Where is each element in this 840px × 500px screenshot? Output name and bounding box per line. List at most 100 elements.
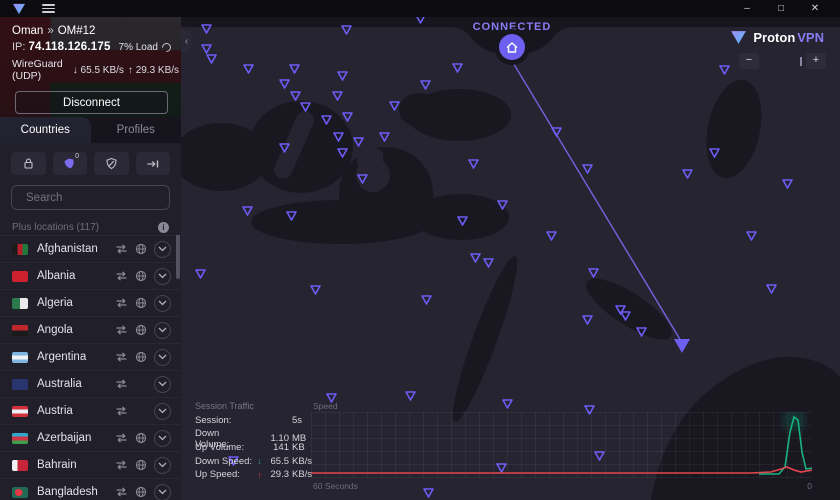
server-marker[interactable] bbox=[352, 135, 365, 147]
kill-switch-button[interactable] bbox=[94, 152, 129, 175]
server-marker[interactable] bbox=[765, 282, 778, 294]
expand-country-button[interactable] bbox=[154, 241, 171, 258]
globe-icon bbox=[135, 432, 147, 444]
expand-country-button[interactable] bbox=[154, 349, 171, 366]
server-marker[interactable] bbox=[388, 99, 401, 111]
server-marker[interactable] bbox=[336, 69, 349, 81]
server-marker[interactable] bbox=[456, 214, 469, 226]
server-marker[interactable] bbox=[288, 62, 301, 74]
session-traffic-panel: Session Traffic Session: 5s Down Volume:… bbox=[195, 401, 320, 482]
server-marker[interactable] bbox=[200, 22, 213, 34]
server-marker[interactable] bbox=[467, 157, 480, 169]
expand-country-button[interactable] bbox=[154, 268, 171, 285]
server-marker[interactable] bbox=[587, 266, 600, 278]
expand-country-button[interactable] bbox=[154, 295, 171, 312]
server-marker[interactable] bbox=[336, 146, 349, 158]
country-row[interactable]: Angola bbox=[0, 316, 181, 343]
connected-server-marker[interactable] bbox=[674, 339, 690, 353]
search-input[interactable] bbox=[26, 192, 180, 204]
server-marker[interactable] bbox=[299, 100, 312, 112]
server-marker[interactable] bbox=[309, 283, 322, 295]
server-marker[interactable] bbox=[781, 177, 794, 189]
server-marker[interactable] bbox=[278, 77, 291, 89]
zoom-out-button[interactable]: − bbox=[739, 53, 759, 69]
server-marker[interactable] bbox=[332, 130, 345, 142]
session-stat-row: Up Volume: 141 KB bbox=[195, 441, 320, 455]
port-forwarding-button[interactable] bbox=[136, 152, 171, 175]
close-button[interactable]: ✕ bbox=[798, 0, 832, 17]
server-marker[interactable] bbox=[482, 256, 495, 268]
server-marker[interactable] bbox=[420, 293, 433, 305]
hamburger-menu-button[interactable] bbox=[42, 4, 55, 13]
info-icon[interactable]: i bbox=[158, 222, 169, 233]
sidebar-tabs: Countries Profiles bbox=[0, 117, 181, 143]
sidebar-collapse-button[interactable]: ‹ bbox=[181, 30, 192, 52]
server-marker[interactable] bbox=[681, 167, 694, 179]
chevron-down-icon bbox=[158, 246, 167, 252]
country-row[interactable]: Austria bbox=[0, 397, 181, 424]
server-marker[interactable] bbox=[320, 113, 333, 125]
maximize-button[interactable]: □ bbox=[764, 0, 798, 17]
country-row[interactable]: Bangladesh bbox=[0, 478, 181, 500]
country-name: Angola bbox=[37, 324, 73, 336]
country-row[interactable]: Bahrain bbox=[0, 451, 181, 478]
home-marker[interactable] bbox=[499, 34, 525, 60]
minimize-button[interactable]: – bbox=[730, 0, 764, 17]
server-marker[interactable] bbox=[635, 325, 648, 337]
brand-proton: Proton bbox=[753, 30, 795, 45]
expand-country-button[interactable] bbox=[154, 430, 171, 447]
stat-value: 65.5 bbox=[264, 456, 292, 467]
disconnect-button[interactable]: Disconnect bbox=[15, 91, 168, 114]
plus-locations-label: Plus locations (117) bbox=[12, 222, 99, 233]
server-marker[interactable] bbox=[194, 267, 207, 279]
tab-countries[interactable]: Countries bbox=[0, 117, 91, 143]
server-marker[interactable] bbox=[745, 229, 758, 241]
server-marker[interactable] bbox=[242, 62, 255, 74]
server-marker[interactable] bbox=[278, 141, 291, 153]
expand-country-button[interactable] bbox=[154, 376, 171, 393]
country-row[interactable]: Afghanistan bbox=[0, 235, 181, 262]
server-marker[interactable] bbox=[550, 125, 563, 137]
server-marker[interactable] bbox=[285, 209, 298, 221]
server-marker[interactable] bbox=[581, 162, 594, 174]
server-marker[interactable] bbox=[619, 309, 632, 321]
server-marker[interactable] bbox=[341, 110, 354, 122]
server-marker[interactable] bbox=[419, 78, 432, 90]
country-row[interactable]: Australia bbox=[0, 370, 181, 397]
zoom-in-button[interactable]: + bbox=[806, 53, 826, 69]
server-marker[interactable] bbox=[545, 229, 558, 241]
server-marker[interactable] bbox=[340, 23, 353, 35]
expand-country-button[interactable] bbox=[154, 457, 171, 474]
stat-value: 141 bbox=[264, 442, 292, 453]
map-area[interactable]: CONNECTED ‹ Proton VPN − + Session Traff bbox=[181, 17, 840, 500]
server-marker[interactable] bbox=[581, 313, 594, 325]
country-row[interactable]: Azerbaijan bbox=[0, 424, 181, 451]
scrollbar-thumb[interactable] bbox=[176, 235, 180, 279]
tab-profiles[interactable]: Profiles bbox=[91, 117, 182, 143]
expand-country-button[interactable] bbox=[154, 322, 171, 339]
country-row[interactable]: Argentina bbox=[0, 343, 181, 370]
zoom-slider-handle[interactable] bbox=[800, 57, 802, 66]
filter-bar: 0 bbox=[0, 143, 181, 179]
server-marker[interactable] bbox=[708, 146, 721, 158]
country-row[interactable]: Algeria bbox=[0, 289, 181, 316]
country-flag-icon bbox=[12, 406, 28, 417]
upload-speed: 29.3 KB/s bbox=[136, 65, 179, 76]
globe-icon bbox=[135, 243, 147, 255]
server-marker[interactable] bbox=[241, 204, 254, 216]
netshield-button[interactable]: 0 bbox=[53, 152, 88, 175]
server-marker[interactable] bbox=[378, 130, 391, 142]
server-marker[interactable] bbox=[496, 198, 509, 210]
server-marker[interactable] bbox=[718, 63, 731, 75]
server-marker[interactable] bbox=[451, 61, 464, 73]
expand-country-button[interactable] bbox=[154, 403, 171, 420]
server-marker[interactable] bbox=[331, 89, 344, 101]
country-row[interactable]: Albania bbox=[0, 262, 181, 289]
session-stat-row: Up Speed: ↑ 29.3 KB/s bbox=[195, 468, 320, 482]
expand-country-button[interactable] bbox=[154, 484, 171, 500]
server-marker[interactable] bbox=[356, 172, 369, 184]
server-marker[interactable] bbox=[469, 251, 482, 263]
server-marker[interactable] bbox=[205, 52, 218, 64]
secure-core-button[interactable] bbox=[11, 152, 46, 175]
globe-icon bbox=[135, 324, 147, 336]
